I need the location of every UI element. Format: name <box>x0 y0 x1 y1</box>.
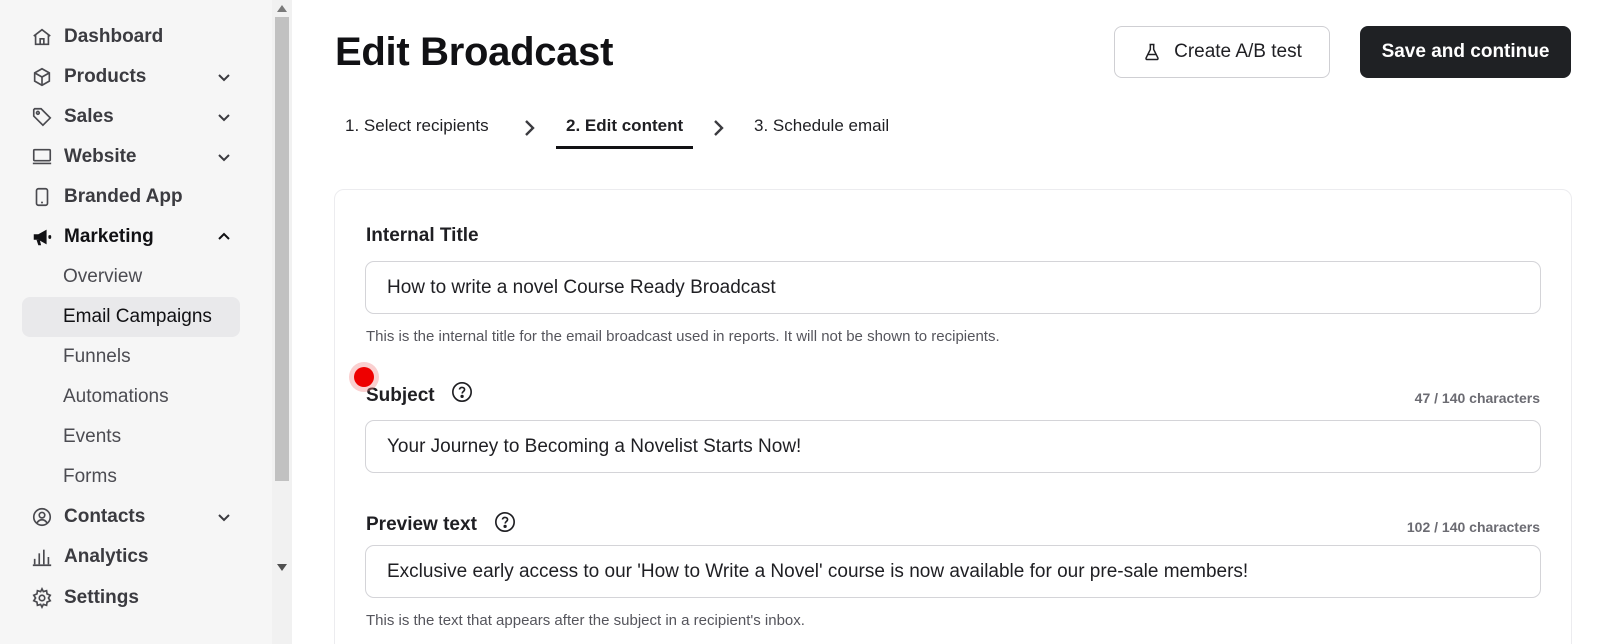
sidebar-subitem-label: Events <box>63 426 122 447</box>
internal-title-hint: This is the internal title for the email… <box>366 328 1000 345</box>
sidebar-subitem-overview[interactable]: Overview <box>22 257 240 297</box>
sidebar-subitem-events[interactable]: Events <box>22 417 240 457</box>
internal-title-label: Internal Title <box>366 225 479 246</box>
sidebar-item-label: Settings <box>64 587 139 608</box>
chevron-down-icon[interactable] <box>216 109 232 125</box>
phone-icon <box>30 185 54 209</box>
box-icon <box>30 65 54 89</box>
sidebar-item-sales[interactable]: Sales <box>22 97 240 137</box>
sidebar-item-label: Contacts <box>64 506 146 527</box>
scrollbar-thumb[interactable] <box>275 17 289 481</box>
sidebar-item-label: Products <box>64 66 147 87</box>
tag-icon <box>30 105 54 129</box>
gear-icon <box>30 586 54 610</box>
sidebar-item-label: Sales <box>64 106 114 127</box>
sidebar-item-marketing[interactable]: Marketing <box>22 217 240 257</box>
subject-label: Subject <box>366 385 435 406</box>
sidebar-item-label: Marketing <box>64 226 154 247</box>
sidebar-item-analytics[interactable]: Analytics <box>22 537 240 577</box>
sidebar-subitem-funnels[interactable]: Funnels <box>22 337 240 377</box>
step-select-recipients[interactable]: 1. Select recipients <box>345 116 489 136</box>
sidebar-item-label: Website <box>64 146 137 167</box>
chevron-down-icon[interactable] <box>216 69 232 85</box>
subject-input[interactable]: Your Journey to Becoming a Novelist Star… <box>365 420 1541 473</box>
page-title: Edit Broadcast <box>335 30 614 74</box>
help-circle-icon[interactable] <box>494 511 516 533</box>
home-icon <box>30 25 54 49</box>
sidebar-item-label: Branded App <box>64 186 183 207</box>
sidebar-subitem-label: Email Campaigns <box>63 306 212 327</box>
megaphone-icon <box>30 225 54 249</box>
scroll-up-arrow-icon[interactable] <box>277 4 287 12</box>
bar-chart-icon <box>30 545 54 569</box>
save-and-continue-button[interactable]: Save and continue <box>1360 26 1571 78</box>
preview-text-hint: This is the text that appears after the … <box>366 612 805 629</box>
sidebar-subitem-forms[interactable]: Forms <box>22 457 240 497</box>
create-ab-test-label: Create A/B test <box>1174 41 1302 62</box>
sidebar-item-label: Analytics <box>64 546 149 567</box>
step-edit-content[interactable]: 2. Edit content <box>566 116 683 136</box>
chevron-down-icon[interactable] <box>216 509 232 525</box>
chevron-right-icon <box>525 120 535 136</box>
sidebar-item-branded-app[interactable]: Branded App <box>22 177 240 217</box>
active-step-indicator <box>556 146 693 149</box>
cursor-marker <box>349 362 379 392</box>
preview-text-input[interactable]: Exclusive early access to our 'How to Wr… <box>365 545 1541 598</box>
monitor-icon <box>30 145 54 169</box>
create-ab-test-button[interactable]: Create A/B test <box>1114 26 1330 78</box>
step-schedule-email[interactable]: 3. Schedule email <box>754 116 889 136</box>
user-circle-icon <box>30 505 54 529</box>
sidebar: Dashboard Products Sales Website Branded… <box>0 0 272 644</box>
flask-icon <box>1145 43 1159 61</box>
sidebar-subitem-email-campaigns[interactable]: Email Campaigns <box>22 297 240 337</box>
sidebar-item-label: Dashboard <box>64 26 164 47</box>
sidebar-item-settings[interactable]: Settings <box>22 578 240 618</box>
internal-title-input[interactable]: How to write a novel Course Ready Broadc… <box>365 261 1541 314</box>
chevron-up-icon[interactable] <box>216 229 232 245</box>
sidebar-subitem-label: Forms <box>63 466 117 487</box>
scroll-down-arrow-icon[interactable] <box>277 564 287 572</box>
sidebar-subitem-label: Funnels <box>63 346 131 367</box>
sidebar-item-website[interactable]: Website <box>22 137 240 177</box>
help-circle-icon[interactable] <box>451 381 473 403</box>
sidebar-subitem-automations[interactable]: Automations <box>22 377 240 417</box>
sidebar-item-dashboard[interactable]: Dashboard <box>22 17 240 57</box>
sidebar-subitem-label: Automations <box>63 386 169 407</box>
sidebar-subitem-label: Overview <box>63 266 143 287</box>
preview-text-label: Preview text <box>366 514 477 535</box>
chevron-down-icon[interactable] <box>216 149 232 165</box>
sidebar-item-contacts[interactable]: Contacts <box>22 497 240 537</box>
subject-char-counter: 47 / 140 characters <box>1414 390 1540 406</box>
preview-text-char-counter: 102 / 140 characters <box>1406 519 1540 535</box>
chevron-right-icon <box>714 120 724 136</box>
sidebar-scrollbar[interactable] <box>272 0 292 644</box>
sidebar-item-products[interactable]: Products <box>22 57 240 97</box>
